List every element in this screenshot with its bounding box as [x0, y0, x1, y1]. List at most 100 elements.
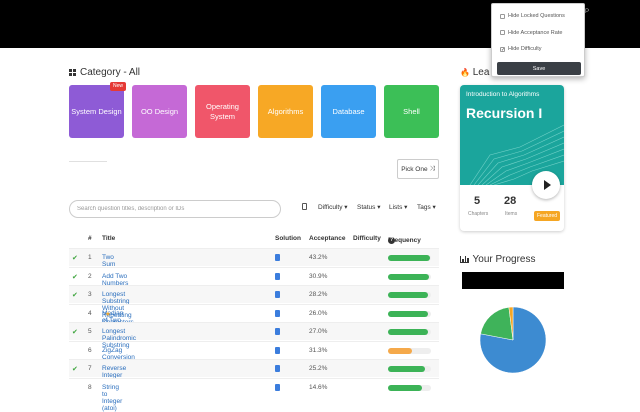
help-icon[interactable]: ? — [388, 237, 395, 244]
status-filter-label: Status — [357, 204, 376, 211]
category-card[interactable]: Shell — [384, 85, 439, 138]
course-title: Recursion I — [466, 105, 543, 121]
dropdown-option-label: Hide Locked Questions — [508, 13, 565, 19]
solved-check-icon: ✔ — [72, 273, 78, 281]
divider — [69, 161, 107, 162]
acceptance-rate: 14.6% — [309, 383, 328, 391]
dropdown-option-label: Hide Difficulty — [508, 46, 542, 52]
solved-check-icon: ✔ — [72, 292, 78, 299]
frequency-bar — [388, 292, 431, 298]
status-filter[interactable]: Status ▾ — [357, 203, 381, 211]
question-number: 5 — [88, 328, 92, 335]
category-card[interactable]: OO Design — [132, 85, 187, 138]
play-button[interactable] — [532, 171, 560, 199]
frequency-fill — [388, 273, 429, 280]
play-icon — [543, 180, 551, 190]
pick-one-label: Pick One — [401, 165, 428, 173]
lists-filter-label: Lists — [389, 204, 403, 211]
category-card[interactable]: Database — [321, 85, 376, 138]
table-row: 4Median of Two Sorted Arrays★26.0% — [69, 303, 439, 338]
shuffle-icon: ⤨ — [429, 165, 435, 172]
frequency-fill — [388, 292, 428, 298]
star-icon: ★ — [105, 310, 111, 318]
difficulty-filter[interactable]: Difficulty ▾ — [318, 203, 348, 211]
search-input[interactable] — [69, 200, 281, 218]
settings-dropdown: Save Hide Locked Questions Hide Acceptanc… — [491, 3, 585, 77]
explore-title: Lea — [472, 67, 490, 78]
solution-icon[interactable] — [275, 272, 280, 280]
frequency-fill — [388, 347, 412, 354]
difficulty-filter-label: Difficulty — [318, 204, 343, 211]
pick-one-button[interactable]: Pick One ⤨ — [397, 159, 439, 179]
tags-filter[interactable]: Tags ▾ — [417, 203, 436, 211]
dropdown-option[interactable]: ✓ Hide Difficulty — [500, 46, 542, 52]
solved-check-icon: ✔ — [72, 329, 78, 336]
solution-icon[interactable] — [275, 346, 280, 354]
question-number: 7 — [88, 365, 92, 372]
question-number: 6 — [88, 346, 92, 354]
course-card[interactable]: Introduction to Algorithms Recursion I 5… — [460, 85, 564, 231]
category-card[interactable]: Algorithms — [258, 85, 313, 138]
explore-heading: 🔥 Lea — [460, 67, 489, 78]
checkbox[interactable]: ✓ — [500, 46, 505, 52]
items-label: Items — [505, 211, 518, 217]
frequency-fill — [388, 384, 422, 391]
acceptance-rate: 28.2% — [309, 291, 328, 298]
progress-bar-hidden — [462, 272, 564, 289]
col-difficulty[interactable]: Difficulty — [353, 235, 381, 242]
col-num[interactable]: # — [88, 235, 92, 242]
category-card-label: Database — [332, 106, 365, 116]
frequency-bar — [388, 273, 431, 280]
progress-heading: Your Progress — [460, 254, 536, 265]
solution-icon[interactable] — [275, 291, 280, 298]
acceptance-rate: 31.3% — [309, 346, 328, 354]
dropdown-option[interactable]: Hide Acceptance Rate — [500, 30, 562, 36]
solution-icon[interactable] — [275, 383, 280, 391]
solution-icon[interactable] — [275, 365, 280, 372]
list-view-icon[interactable] — [302, 203, 307, 212]
question-number: 1 — [88, 254, 92, 261]
frequency-bar — [388, 310, 431, 317]
course-subtitle: Introduction to Algorithms — [466, 91, 540, 98]
category-card[interactable]: Operating System — [195, 85, 250, 138]
question-number: 8 — [88, 383, 92, 391]
frequency-bar — [388, 366, 431, 372]
frequency-fill — [388, 310, 428, 317]
tags-filter-label: Tags — [417, 204, 431, 211]
navbar-fragment: P — [585, 9, 590, 15]
frequency-bar — [388, 347, 431, 354]
solution-icon[interactable] — [275, 309, 280, 317]
frequency-bar — [388, 384, 431, 391]
bar-chart-icon — [460, 256, 469, 263]
category-heading: Category - All — [69, 67, 140, 78]
checkbox[interactable] — [500, 13, 505, 19]
table-row: 8 String to Integer (atoi) 14.6% — [69, 377, 439, 412]
save-button[interactable]: Save — [497, 62, 581, 75]
frequency-fill — [388, 329, 428, 335]
table-header: # Title Solution Acceptance Difficulty F… — [69, 233, 439, 247]
col-solution[interactable]: Solution — [275, 235, 301, 242]
category-card[interactable]: System Design New — [69, 82, 126, 138]
new-badge: New — [109, 82, 126, 91]
course-banner: Introduction to Algorithms Recursion I — [460, 85, 564, 185]
table-row: ✔ 1 Two Sum 43.2% — [69, 248, 439, 268]
chapters-label: Chapters — [468, 211, 489, 217]
lists-filter[interactable]: Lists ▾ — [389, 203, 407, 211]
solved-check-icon: ✔ — [72, 255, 78, 262]
col-acceptance[interactable]: Acceptance — [309, 235, 346, 242]
frequency-bar — [388, 329, 431, 335]
table-row: ✔ 5 Longest Palindromic Substring 27.0% — [69, 322, 439, 349]
category-card-label: Algorithms — [267, 106, 304, 116]
pattern-lines — [469, 124, 564, 185]
col-title[interactable]: Title — [102, 235, 115, 242]
frequency-fill — [388, 255, 430, 261]
checkbox[interactable] — [500, 30, 505, 35]
solution-icon[interactable] — [275, 254, 280, 261]
chapters-count: 5 — [474, 195, 481, 207]
dropdown-option[interactable]: Hide Locked Questions — [500, 13, 565, 19]
solution-icon[interactable] — [275, 328, 280, 335]
acceptance-rate: 26.0% — [309, 309, 328, 317]
acceptance-rate: 30.9% — [309, 272, 328, 280]
acceptance-rate: 27.0% — [309, 328, 328, 335]
acceptance-rate: 43.2% — [309, 254, 328, 261]
